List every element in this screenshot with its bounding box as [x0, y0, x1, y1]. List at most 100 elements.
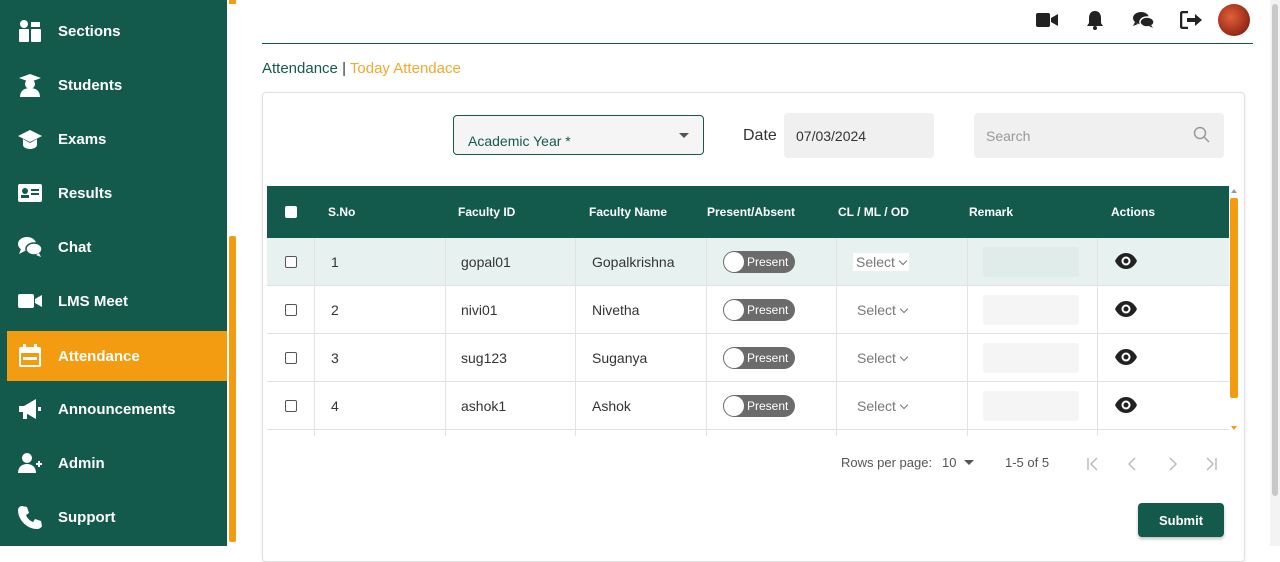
sidebar-scroll-thumb[interactable]	[229, 236, 236, 542]
academic-year-label: Academic Year *	[468, 133, 571, 149]
academic-year-select[interactable]: Academic Year *	[453, 115, 704, 155]
table-row: 3 sug123 Suganya Present Select	[267, 334, 1229, 382]
logout-icon[interactable]	[1167, 5, 1215, 35]
breadcrumb: Attendance | Today Attendace	[262, 60, 461, 77]
dropdown-caret-icon	[679, 133, 689, 138]
cell-sno: 3	[331, 350, 339, 366]
sidebar-item-label: Announcements	[58, 400, 176, 418]
row-checkbox[interactable]	[285, 256, 297, 268]
view-eye-icon[interactable]	[1114, 300, 1138, 321]
sections-icon	[17, 18, 43, 44]
search-icon[interactable]	[1193, 126, 1211, 149]
student-icon	[17, 72, 43, 98]
search-input[interactable]: Search	[974, 113, 1224, 158]
remark-input[interactable]	[983, 343, 1079, 373]
chat-icon	[17, 234, 43, 260]
first-page-icon[interactable]	[1083, 454, 1103, 474]
cell-faculty-name: Ashok	[592, 398, 631, 414]
messages-icon[interactable]	[1119, 5, 1167, 35]
present-toggle[interactable]: Present	[723, 347, 795, 369]
remark-input[interactable]	[983, 295, 1079, 325]
scroll-down-arrow-icon[interactable]	[1231, 426, 1237, 430]
chevron-down-icon	[899, 304, 909, 314]
sidebar-item-exams[interactable]: Exams	[0, 114, 227, 164]
breadcrumb-today-attendance[interactable]: Today Attendace	[350, 60, 461, 77]
remark-input[interactable]	[983, 391, 1079, 421]
date-input[interactable]: 07/03/2024	[784, 113, 934, 158]
chevron-down-icon	[899, 352, 909, 362]
pagination-range: 1-5 of 5	[1005, 455, 1050, 470]
header-remark: Remark	[969, 205, 1014, 219]
video-call-icon[interactable]	[1023, 5, 1071, 35]
sidebar-item-students[interactable]: Students	[0, 60, 227, 110]
remark-input[interactable]	[983, 247, 1079, 277]
chevron-down-icon	[898, 256, 908, 266]
leave-type-select[interactable]: Select	[857, 350, 909, 366]
sidebar-item-label: Results	[58, 184, 113, 202]
row-checkbox[interactable]	[285, 352, 297, 364]
view-eye-icon[interactable]	[1114, 348, 1138, 369]
view-eye-icon[interactable]	[1114, 396, 1138, 417]
sidebar-item-sections[interactable]: Sections	[0, 6, 227, 56]
page-scroll-thumb[interactable]	[1272, 4, 1278, 496]
id-card-icon	[17, 180, 43, 206]
add-user-icon	[17, 450, 43, 476]
sidebar-scrollbar[interactable]	[227, 0, 238, 546]
sidebar-item-label: Support	[58, 508, 116, 526]
scroll-up-arrow-icon[interactable]	[1231, 189, 1237, 193]
present-toggle[interactable]: Present	[723, 251, 795, 273]
sidebar-item-label: Sections	[58, 22, 121, 40]
toggle-label: Present	[747, 351, 789, 365]
table-row: 2 nivi01 Nivetha Present Select	[267, 286, 1229, 334]
sidebar-item-attendance[interactable]: Attendance	[7, 331, 227, 381]
sidebar-item-chat[interactable]: Chat	[0, 222, 227, 272]
leave-type-select[interactable]: Select	[853, 253, 909, 271]
sidebar-item-results[interactable]: Results	[0, 168, 227, 218]
breadcrumb-attendance[interactable]: Attendance	[262, 60, 338, 77]
last-page-icon[interactable]	[1201, 454, 1221, 474]
select-all-checkbox[interactable]	[285, 206, 297, 218]
phone-icon	[17, 504, 43, 530]
header-faculty-name: Faculty Name	[589, 205, 668, 219]
header-present-absent: Present/Absent	[707, 205, 796, 219]
rows-per-page-value: 10	[942, 455, 957, 470]
leave-type-select[interactable]: Select	[857, 302, 909, 318]
submit-button[interactable]: Submit	[1138, 503, 1224, 537]
cell-sno: 1	[331, 254, 339, 270]
view-eye-icon[interactable]	[1114, 252, 1138, 273]
breadcrumb-separator: |	[342, 60, 346, 77]
sidebar-item-support[interactable]: Support	[0, 492, 227, 542]
next-page-icon[interactable]	[1162, 454, 1182, 474]
date-label: Date	[743, 127, 777, 144]
leave-type-value: Select	[857, 350, 896, 366]
cell-faculty-id: sug123	[461, 350, 507, 366]
sidebar-item-label: Chat	[58, 238, 92, 256]
leave-type-select[interactable]: Select	[857, 398, 909, 414]
cell-faculty-name: Suganya	[592, 350, 648, 366]
rows-per-page-select[interactable]: 10	[942, 455, 975, 470]
previous-page-icon[interactable]	[1123, 454, 1143, 474]
row-checkbox[interactable]	[285, 304, 297, 316]
table-row	[267, 430, 1229, 436]
table-scrollbar[interactable]	[1229, 186, 1240, 436]
sidebar-item-announcements[interactable]: Announcements	[0, 384, 227, 434]
cell-faculty-id: nivi01	[461, 302, 498, 318]
table-row: 4 ashok1 Ashok Present Select	[267, 382, 1229, 430]
row-checkbox[interactable]	[285, 400, 297, 412]
sidebar-item-lms-meet[interactable]: LMS Meet	[0, 276, 227, 326]
header-divider	[262, 43, 1253, 44]
chevron-down-icon	[899, 400, 909, 410]
sidebar-item-label: LMS Meet	[58, 292, 129, 310]
toggle-label: Present	[747, 399, 789, 413]
bell-icon[interactable]	[1071, 5, 1119, 35]
leave-type-value: Select	[857, 302, 896, 318]
cell-sno: 4	[331, 398, 339, 414]
sidebar-item-admin[interactable]: Admin	[0, 438, 227, 488]
present-toggle[interactable]: Present	[723, 299, 795, 321]
cell-faculty-id: gopal01	[461, 254, 511, 270]
present-toggle[interactable]: Present	[723, 395, 795, 417]
table-scroll-thumb[interactable]	[1230, 198, 1238, 398]
megaphone-icon	[17, 396, 43, 422]
avatar[interactable]	[1218, 4, 1250, 36]
page-scrollbar[interactable]	[1270, 0, 1280, 546]
